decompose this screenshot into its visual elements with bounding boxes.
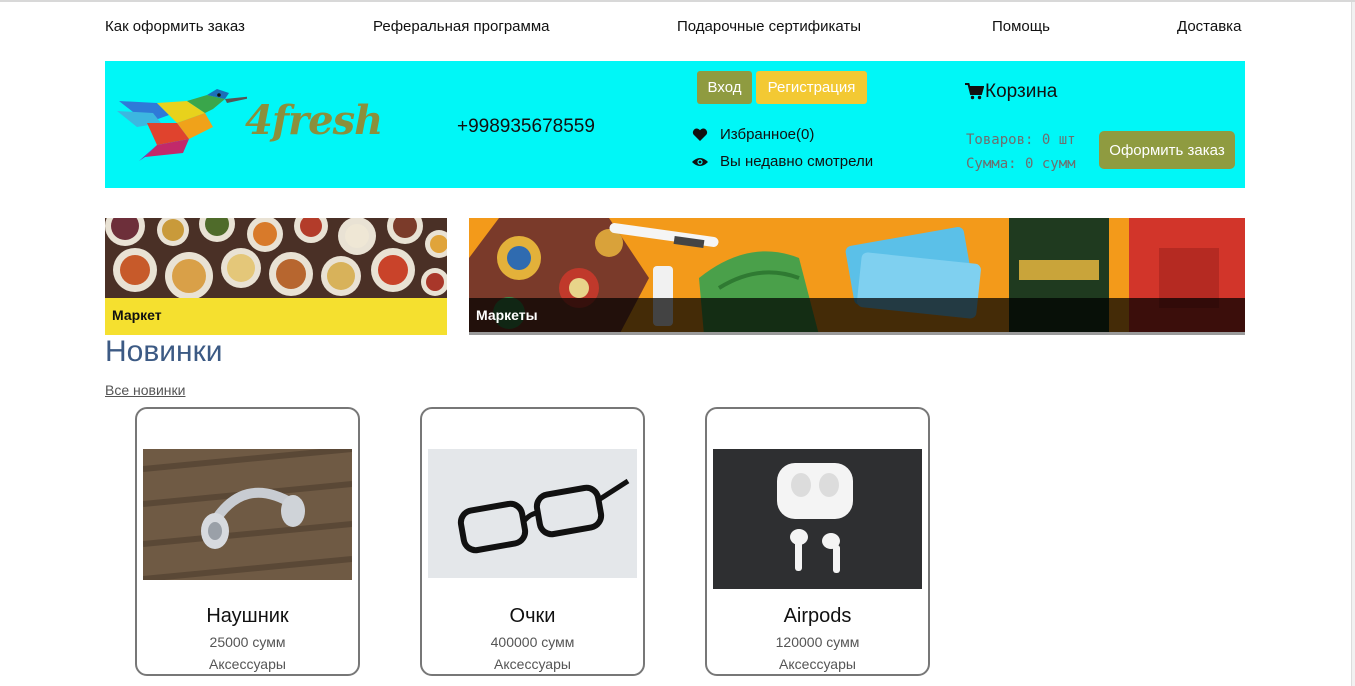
product-card[interactable]: Наушник 25000 сумм Аксессуары xyxy=(135,407,360,676)
product-category: Аксессуары xyxy=(779,656,856,672)
login-button[interactable]: Вход xyxy=(697,71,752,104)
top-navigation: Как оформить заказ Реферальная программа… xyxy=(105,18,1245,40)
product-price: 25000 сумм xyxy=(209,634,286,650)
product-image xyxy=(428,449,637,578)
banner-markets[interactable]: Маркеты xyxy=(469,218,1245,335)
nav-link-how-to-order[interactable]: Как оформить заказ xyxy=(105,18,245,35)
nav-link-referral-program[interactable]: Реферальная программа xyxy=(373,18,549,35)
favorites-link[interactable]: Избранное(0) xyxy=(690,126,814,143)
heart-icon xyxy=(690,127,710,143)
product-price: 400000 сумм xyxy=(490,634,575,650)
favorites-label: Избранное(0) xyxy=(720,126,815,143)
register-button[interactable]: Регистрация xyxy=(756,71,867,104)
banner-markets-caption: Маркеты xyxy=(469,298,1245,332)
cart-items-count: Товаров: 0 шт xyxy=(966,132,1076,148)
headphones-image xyxy=(143,449,352,580)
product-image xyxy=(713,449,922,589)
site-logo[interactable]: 4fresh xyxy=(117,83,383,161)
cart-total-sum: Сумма: 0 сумм xyxy=(966,156,1076,172)
banner-market-caption: Маркет xyxy=(105,298,447,335)
airpods-image xyxy=(713,449,922,589)
banner-bottom-strip xyxy=(469,332,1245,335)
product-category: Аксессуары xyxy=(494,656,571,672)
all-new-link[interactable]: Все новинки xyxy=(105,382,185,398)
product-price: 120000 сумм xyxy=(775,634,860,650)
nav-link-help[interactable]: Помощь xyxy=(992,18,1050,35)
recently-viewed-link[interactable]: Вы недавно смотрели xyxy=(690,153,873,170)
scrollbar[interactable] xyxy=(1351,2,1355,686)
recently-viewed-label: Вы недавно смотрели xyxy=(720,153,874,170)
checkout-button[interactable]: Оформить заказ xyxy=(1099,131,1235,169)
banner-market[interactable]: Маркет xyxy=(105,218,447,335)
product-category: Аксессуары xyxy=(209,656,286,672)
logo-text: 4fresh xyxy=(245,97,383,144)
product-name: Очки xyxy=(509,605,556,627)
cart-summary: Товаров: 0 шт Сумма: 0 сумм xyxy=(966,128,1076,176)
section-title: Новинки xyxy=(105,335,223,368)
nav-link-delivery[interactable]: Доставка xyxy=(1177,18,1241,35)
product-card[interactable]: Очки 400000 сумм Аксессуары xyxy=(420,407,645,676)
product-card[interactable]: Airpods 120000 сумм Аксессуары xyxy=(705,407,930,676)
shopping-cart-icon xyxy=(965,83,985,101)
hummingbird-logo-icon xyxy=(117,89,265,161)
product-name: Наушник xyxy=(206,605,289,627)
window-top-border xyxy=(0,0,1355,2)
nav-link-gift-certificates[interactable]: Подарочные сертификаты xyxy=(677,18,861,35)
glasses-image xyxy=(428,449,637,578)
site-header: 4fresh +998935678559 Вход Регистрация Из… xyxy=(105,61,1245,188)
eye-icon xyxy=(690,154,710,170)
cart-title: Корзина xyxy=(985,81,1058,102)
product-name: Airpods xyxy=(783,605,852,627)
cart-link[interactable]: Корзина xyxy=(965,81,1057,103)
product-image xyxy=(143,449,352,580)
phone-number: +998935678559 xyxy=(457,116,595,137)
